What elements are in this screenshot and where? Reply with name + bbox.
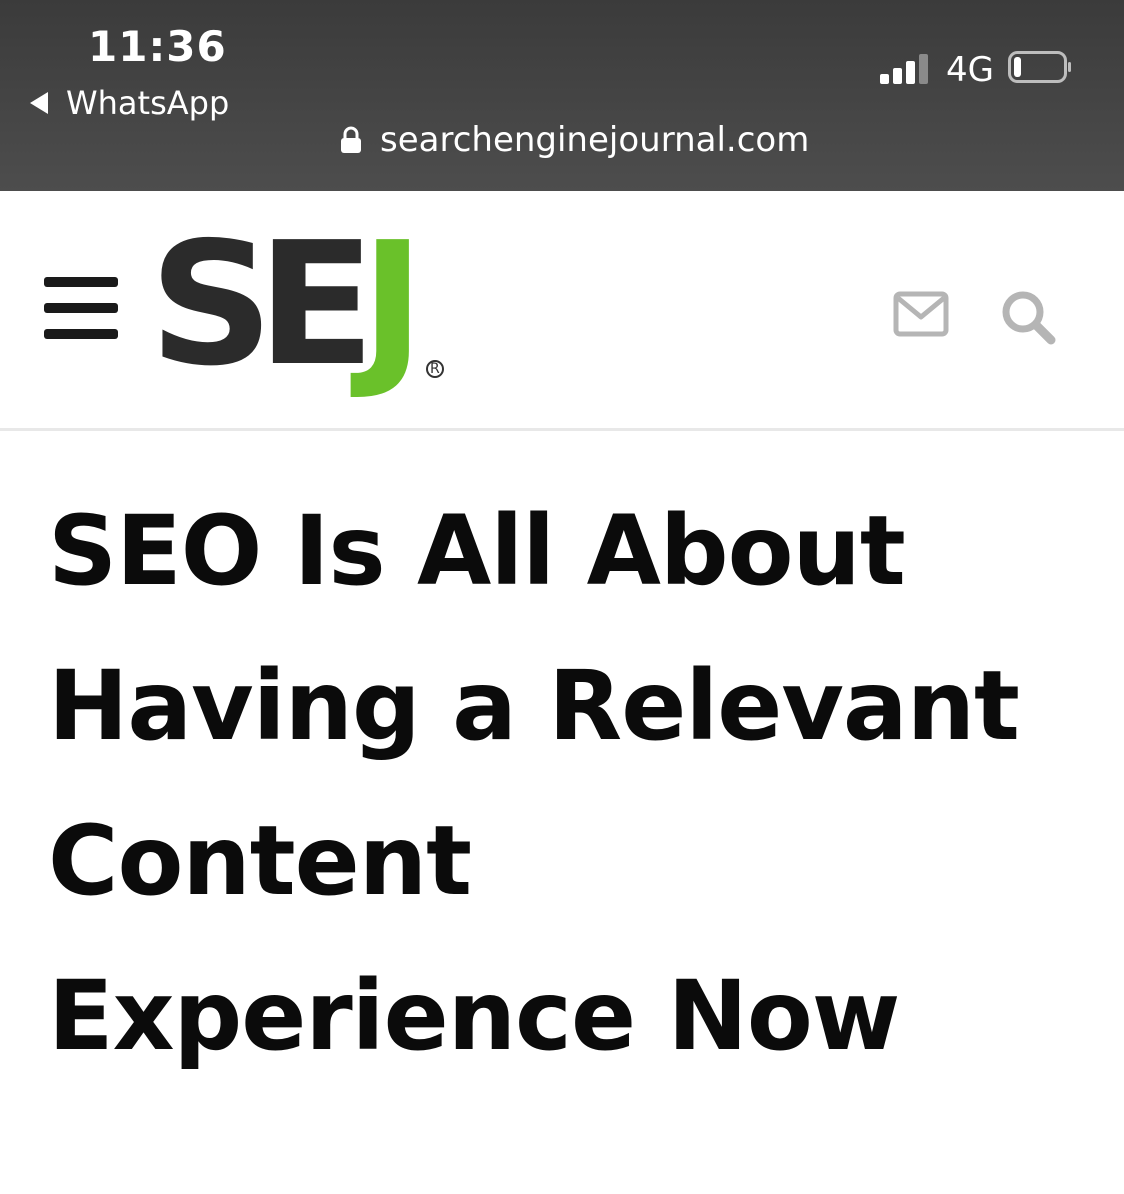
signal-strength-icon [880,54,928,84]
article-title: SEO Is All About Having a Relevant Conte… [48,474,1098,1094]
address-bar[interactable]: searchenginejournal.com [340,120,809,160]
logo-letter-e: E [257,206,375,404]
menu-icon[interactable] [44,277,118,339]
site-header: S E J R [0,191,1124,431]
network-type: 4G [946,50,994,90]
article-title-line: Experience Now [48,960,900,1072]
url-domain: searchenginejournal.com [380,120,810,160]
article-title-line: SEO Is All About [48,495,906,607]
mail-icon[interactable] [893,291,949,337]
lock-icon [341,126,361,153]
article-title-line: Having a Relevant [48,650,1020,762]
registered-mark: R [425,360,444,378]
browser-top-bar: 11:36 WhatsApp 4G searchenginejournal.co… [0,0,1124,191]
article-title-line: Content [48,805,472,917]
sej-logo[interactable]: S E J R [148,206,444,404]
back-app-label: WhatsApp [66,84,230,122]
logo-letter-s: S [148,206,274,404]
back-arrow-icon [30,92,48,114]
search-icon[interactable] [1000,289,1056,345]
status-time: 11:36 [88,22,227,71]
back-to-app-button[interactable]: WhatsApp [30,84,229,122]
battery-icon [1008,51,1071,83]
logo-letter-j: J [359,206,425,404]
